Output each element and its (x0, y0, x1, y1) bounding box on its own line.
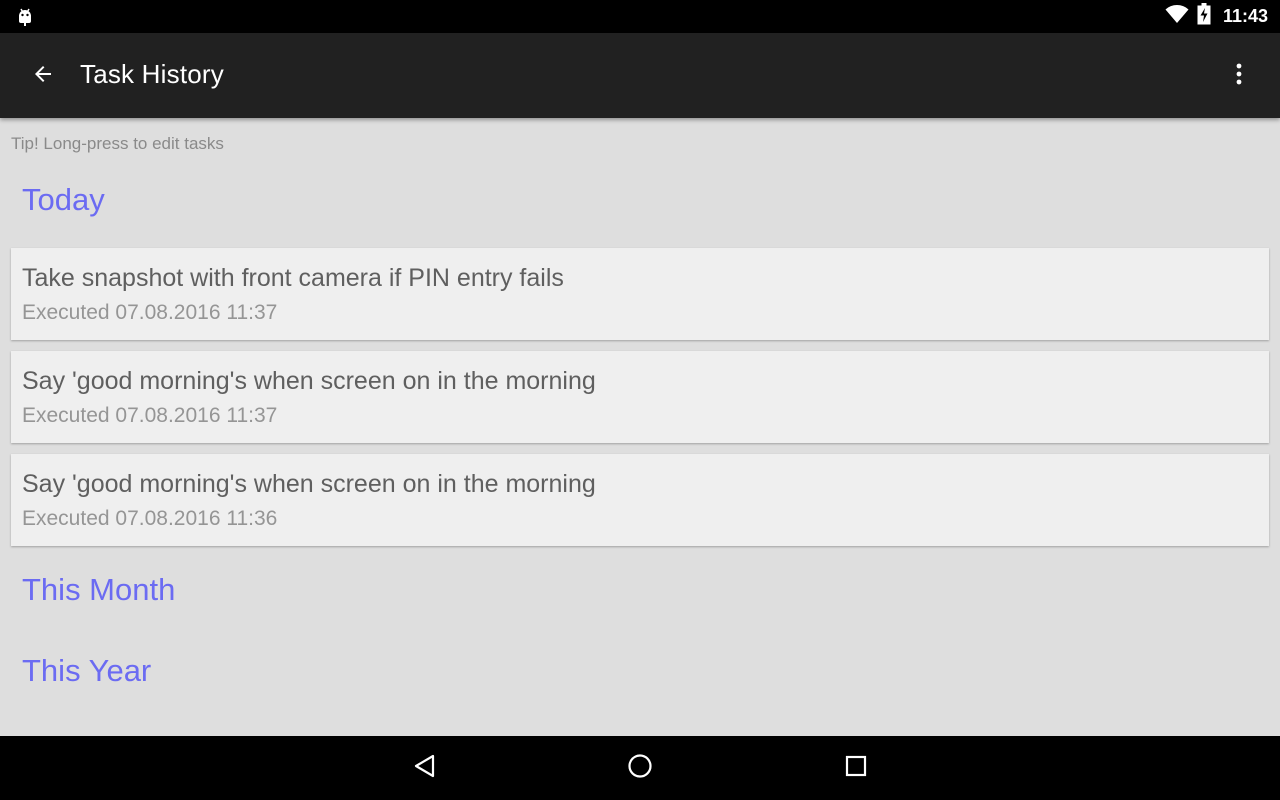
nav-back-button[interactable] (405, 748, 445, 788)
list-item[interactable]: Say 'good morning's when screen on in th… (11, 351, 1269, 443)
page-title: Task History (80, 59, 224, 89)
system-nav-bar (0, 736, 1280, 800)
android-notification-icon (14, 5, 36, 27)
status-clock: 11:43 (1222, 6, 1268, 26)
status-right-group: 11:43 (1165, 0, 1268, 33)
task-title: Say 'good morning's when screen on in th… (22, 470, 596, 498)
battery-charging-icon (1197, 3, 1211, 30)
task-title: Say 'good morning's when screen on in th… (22, 367, 596, 395)
section-header-this-month[interactable]: This Month (22, 572, 175, 608)
status-bar: 11:43 (0, 0, 1280, 33)
section-header-this-year[interactable]: This Year (22, 653, 151, 689)
task-title: Take snapshot with front camera if PIN e… (22, 264, 564, 292)
tip-text: Tip! Long-press to edit tasks (11, 134, 224, 153)
nav-recents-button[interactable] (836, 748, 876, 788)
wifi-icon (1165, 4, 1189, 29)
task-executed-time: Executed 07.08.2016 11:37 (22, 404, 278, 427)
more-vert-icon (1235, 62, 1243, 91)
arrow-back-icon (31, 62, 55, 91)
list-item[interactable]: Take snapshot with front camera if PIN e… (11, 248, 1269, 340)
back-triangle-icon (412, 753, 438, 784)
task-history-list[interactable]: Tip! Long-press to edit tasks Today Take… (0, 118, 1280, 736)
back-button[interactable] (24, 57, 62, 95)
task-executed-time: Executed 07.08.2016 11:36 (22, 507, 278, 530)
home-circle-icon (627, 753, 653, 784)
nav-home-button[interactable] (620, 748, 660, 788)
task-executed-time: Executed 07.08.2016 11:37 (22, 301, 278, 324)
overflow-menu-button[interactable] (1220, 57, 1258, 95)
app-toolbar: Task History (0, 33, 1280, 118)
list-item[interactable]: Say 'good morning's when screen on in th… (11, 454, 1269, 546)
section-header-today: Today (22, 182, 105, 217)
recents-square-icon (844, 754, 868, 783)
